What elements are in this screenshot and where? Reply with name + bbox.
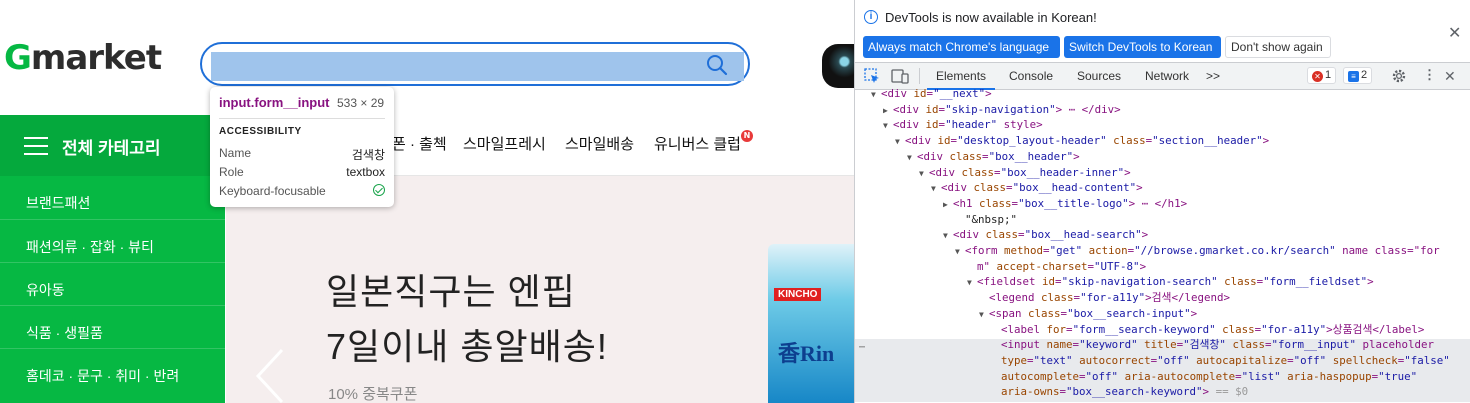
error-count: 1: [1325, 69, 1332, 81]
tab-elements[interactable]: Elements: [936, 69, 986, 83]
sidebar-item[interactable]: 유아동: [0, 262, 225, 305]
new-badge: N: [741, 130, 753, 142]
more-options-icon[interactable]: ⋮: [1423, 67, 1436, 83]
info-icon: i: [864, 10, 878, 24]
dom-node-line[interactable]: ▼ <div class="box__head-content">: [931, 180, 1143, 196]
inspect-tooltip: input.form__input 533 × 29 ACCESSIBILITY…: [210, 87, 394, 207]
logo-g: G: [4, 38, 32, 78]
dom-node-line[interactable]: autocomplete="off" aria-autocomplete="li…: [991, 369, 1417, 385]
product-name: 香Rin: [778, 341, 835, 366]
dom-node-line[interactable]: ▼ <div class="box__header-inner">: [919, 165, 1131, 181]
tooltip-row: Name 검색창: [219, 146, 385, 162]
dom-node-line[interactable]: "&nbsp;": [955, 212, 1017, 228]
dom-node-line[interactable]: ▼ <fieldset id="skip-navigation-search" c…: [967, 274, 1374, 290]
gear-icon[interactable]: [1391, 68, 1407, 84]
gmarket-logo[interactable]: Gmarket: [4, 38, 162, 78]
language-infobar-text: DevTools is now available in Korean!: [885, 10, 1097, 25]
product-image[interactable]: KINCHO 香Rin: [768, 244, 854, 403]
topnav-item[interactable]: 유니버스 클럽: [654, 133, 741, 154]
sidebar-item[interactable]: 홈데코 · 문구 · 취미 · 반려: [0, 348, 225, 391]
sidebar-item[interactable]: 패션의류 · 잡화 · 뷰티: [0, 219, 225, 262]
search-icon[interactable]: [705, 53, 729, 77]
tooltip-row-value: 검색창: [351, 148, 385, 162]
all-categories-button[interactable]: 전체 카테고리: [0, 115, 225, 176]
tab-console[interactable]: Console: [1009, 69, 1053, 83]
tab-sources[interactable]: Sources: [1077, 69, 1121, 83]
match-language-button[interactable]: Always match Chrome's language: [863, 36, 1060, 58]
divider: [919, 68, 920, 84]
dom-node-line[interactable]: ▼ <span class="box__search-input">: [979, 306, 1197, 322]
error-count-badge[interactable]: ✕ 1: [1307, 67, 1337, 84]
switch-language-button[interactable]: Switch DevTools to Korean: [1064, 36, 1221, 58]
dom-node-line[interactable]: m" accept-charset="UTF-8">: [967, 259, 1146, 275]
tooltip-row-label: Role: [219, 165, 244, 179]
tooltip-row-label: Keyboard-focusable: [219, 184, 326, 198]
banner-headline: 일본직구는 엔핍: [326, 271, 576, 312]
dom-node-line[interactable]: ▼ <form method="get" action="//browse.gma…: [955, 243, 1440, 259]
dom-node-line[interactable]: ▼ <div id="desktop_layout-header" class="…: [895, 133, 1269, 149]
dont-show-again-button[interactable]: Don't show again: [1225, 36, 1331, 58]
topnav-item[interactable]: 스마일프레시: [463, 133, 546, 154]
message-count-badge[interactable]: ≡ 2: [1343, 67, 1373, 84]
avatar[interactable]: [822, 44, 854, 88]
product-brand: KINCHO: [774, 288, 822, 301]
dom-node-line[interactable]: <label for="form__search-keyword" class=…: [991, 322, 1424, 338]
tooltip-row-label: Name: [219, 146, 252, 160]
check-circle-icon: [373, 184, 385, 196]
all-categories-label: 전체 카테고리: [62, 139, 161, 158]
dom-tree: ⋯ ▼ <div id="__next"> ▶ <div id="skip-navig…: [855, 87, 1470, 403]
message-count: 2: [1361, 69, 1368, 81]
tooltip-size: 533 × 29: [337, 96, 385, 110]
sidebar-item[interactable]: 브랜드패션: [0, 176, 225, 219]
dom-node-line[interactable]: ▶ <h1 class="box__title-logo"> ⋯ </h1>: [943, 196, 1187, 212]
tooltip-selector: input.form__input: [219, 95, 330, 110]
ellipsis-icon: ⋯: [859, 342, 866, 353]
close-devtools-icon[interactable]: ✕: [1444, 68, 1456, 85]
device-toolbar-icon[interactable]: [891, 68, 909, 84]
tooltip-row: Role textbox: [219, 165, 385, 179]
dom-node-line[interactable]: <input name="keyword" title="검색창" class=…: [991, 337, 1434, 353]
dom-node-line[interactable]: aria-owns="box__search-keyword"> == $0: [991, 384, 1248, 400]
error-icon: ✕: [1312, 71, 1323, 82]
dom-node-line[interactable]: ▼ <div id="__next">: [871, 86, 992, 102]
divider: [219, 118, 385, 119]
more-tabs-button[interactable]: >>: [1206, 69, 1220, 83]
message-icon: ≡: [1348, 71, 1359, 82]
category-sidebar: 전체 카테고리 브랜드패션 패션의류 · 잡화 · 뷰티 유아동 식품 · 생필…: [0, 115, 225, 403]
webpage-viewport: Gmarket 폰 · 출첵 스마일프레시 스마일배송 유니버스 클럽 N 전체…: [0, 0, 854, 403]
dom-node-line[interactable]: ▶ <div id="skip-navigation"> ⋯ </div>: [883, 102, 1121, 118]
dom-node-line[interactable]: ▼ <div class="box__head-search">: [943, 227, 1148, 243]
topnav-item[interactable]: 스마일배송: [565, 133, 634, 154]
dom-node-line[interactable]: <legend class="for-a11y">검색</legend>: [979, 290, 1230, 306]
chevron-left-icon[interactable]: [252, 346, 288, 403]
logo-text: market: [30, 38, 162, 78]
inspect-element-icon[interactable]: [864, 68, 880, 84]
dom-node-line[interactable]: ▼ <div class="box__header">: [907, 149, 1080, 165]
devtools-panel: i DevTools is now available in Korean! ✕…: [854, 0, 1470, 403]
tooltip-row: Keyboard-focusable: [219, 184, 385, 198]
hamburger-icon: [24, 137, 48, 155]
banner-coupon-text: 10% 중복쿠폰: [328, 386, 418, 403]
tab-network[interactable]: Network: [1145, 69, 1189, 83]
sidebar-item[interactable]: 식품 · 생필품: [0, 305, 225, 348]
close-icon[interactable]: ✕: [1448, 23, 1461, 43]
search-input[interactable]: [211, 52, 744, 81]
dom-node-line[interactable]: ▼ <div id="header" style>: [883, 117, 1043, 133]
banner-subheadline: 7일이내 총알배송!: [326, 326, 608, 367]
tooltip-section-title: ACCESSIBILITY: [219, 126, 302, 137]
topnav-item[interactable]: 폰 · 출첵: [392, 133, 447, 154]
tooltip-row-value: textbox: [346, 165, 385, 179]
dom-node-line[interactable]: type="text" autocorrect="off" autocapita…: [991, 353, 1450, 369]
